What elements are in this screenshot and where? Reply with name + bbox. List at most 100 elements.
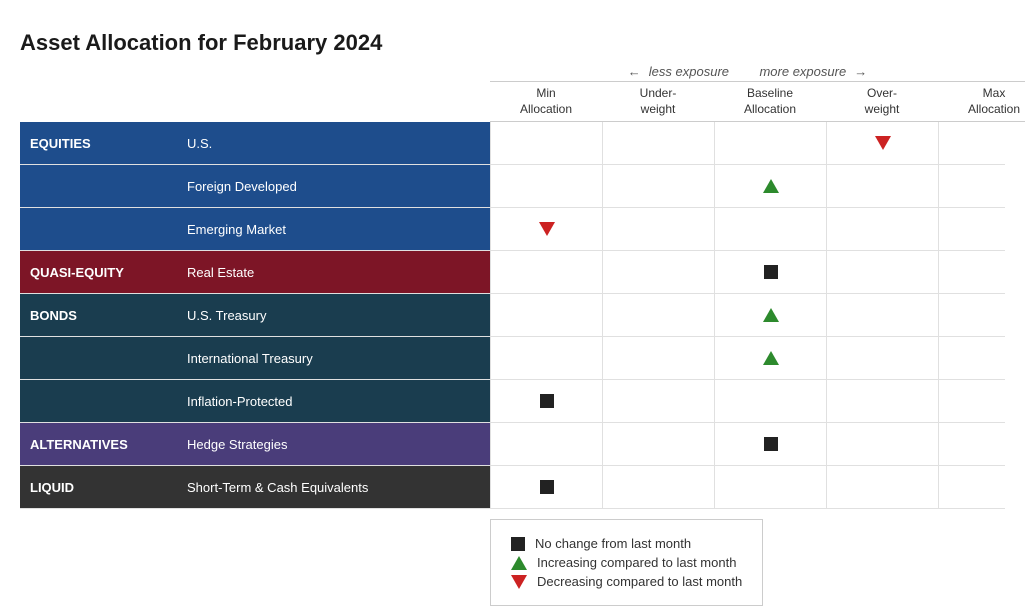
category-label: LIQUID xyxy=(20,466,175,508)
col-header-max: MaxAllocation xyxy=(938,82,1025,121)
data-cell-max xyxy=(938,380,1025,422)
data-cell-baseline xyxy=(714,165,826,207)
data-cell-baseline xyxy=(714,337,826,379)
data-cell-baseline xyxy=(714,294,826,336)
data-cell-over xyxy=(826,294,938,336)
square-icon xyxy=(540,480,554,494)
data-cell-over xyxy=(826,208,938,250)
page-title: Asset Allocation for February 2024 xyxy=(20,30,490,56)
data-cell-under xyxy=(602,122,714,164)
legend-item: Decreasing compared to last month xyxy=(511,574,742,589)
subcategory-label: U.S. xyxy=(175,122,490,164)
data-cell-max xyxy=(938,466,1025,508)
square-icon xyxy=(511,537,525,551)
category-label: EQUITIES xyxy=(20,122,175,164)
legend: No change from last month Increasing comp… xyxy=(490,519,763,606)
data-cell-over xyxy=(826,122,938,164)
arrow-header: ← less exposure more exposure → xyxy=(490,64,1005,79)
data-cell-min xyxy=(490,466,602,508)
subcategory-label: U.S. Treasury xyxy=(175,294,490,336)
data-cell-min xyxy=(490,208,602,250)
category-label xyxy=(20,337,175,379)
triangle-down-icon xyxy=(539,222,555,236)
subcategory-label: Real Estate xyxy=(175,251,490,293)
table-row: EQUITIESU.S. xyxy=(20,122,1005,165)
legend-item: No change from last month xyxy=(511,536,742,551)
square-icon xyxy=(540,394,554,408)
legend-text: Decreasing compared to last month xyxy=(537,574,742,589)
subcategory-label: Foreign Developed xyxy=(175,165,490,207)
table-row: ALTERNATIVESHedge Strategies xyxy=(20,423,1005,466)
subcategory-label: Emerging Market xyxy=(175,208,490,250)
square-icon xyxy=(764,437,778,451)
data-cell-under xyxy=(602,165,714,207)
square-icon xyxy=(764,265,778,279)
triangle-down-icon xyxy=(875,136,891,150)
data-cell-over xyxy=(826,423,938,465)
legend-text: Increasing compared to last month xyxy=(537,555,736,570)
data-cell-baseline xyxy=(714,122,826,164)
table-row: International Treasury xyxy=(20,337,1005,380)
category-label xyxy=(20,208,175,250)
data-cell-baseline xyxy=(714,251,826,293)
table-row: QUASI-EQUITYReal Estate xyxy=(20,251,1005,294)
category-label xyxy=(20,380,175,422)
data-cell-min xyxy=(490,380,602,422)
data-cell-max xyxy=(938,294,1025,336)
legend-item: Increasing compared to last month xyxy=(511,555,742,570)
table-row: Emerging Market xyxy=(20,208,1005,251)
data-cell-max xyxy=(938,208,1025,250)
data-cell-min xyxy=(490,337,602,379)
col-header-baseline: BaselineAllocation xyxy=(714,82,826,121)
subcategory-label: International Treasury xyxy=(175,337,490,379)
arrow-left-icon: ← xyxy=(628,64,641,79)
data-cell-max xyxy=(938,337,1025,379)
data-cell-under xyxy=(602,466,714,508)
less-exposure-label: less exposure xyxy=(649,64,729,79)
data-cell-over xyxy=(826,337,938,379)
col-header-min: MinAllocation xyxy=(490,82,602,121)
triangle-up-icon xyxy=(511,556,527,570)
table-row: LIQUIDShort-Term & Cash Equivalents xyxy=(20,466,1005,509)
data-cell-baseline xyxy=(714,380,826,422)
category-label: ALTERNATIVES xyxy=(20,423,175,465)
col-header-over: Over-weight xyxy=(826,82,938,121)
data-cell-max xyxy=(938,122,1025,164)
data-cell-baseline xyxy=(714,466,826,508)
data-cell-under xyxy=(602,423,714,465)
subcategory-label: Inflation-Protected xyxy=(175,380,490,422)
data-cell-baseline xyxy=(714,423,826,465)
data-cell-over xyxy=(826,380,938,422)
data-cell-min xyxy=(490,294,602,336)
data-cell-under xyxy=(602,380,714,422)
data-cell-over xyxy=(826,251,938,293)
subcategory-label: Hedge Strategies xyxy=(175,423,490,465)
triangle-up-icon xyxy=(763,179,779,193)
data-cell-over xyxy=(826,165,938,207)
triangle-down-icon xyxy=(511,575,527,589)
category-label: QUASI-EQUITY xyxy=(20,251,175,293)
col-header-under: Under-weight xyxy=(602,82,714,121)
data-cell-min xyxy=(490,165,602,207)
table-row: Inflation-Protected xyxy=(20,380,1005,423)
allocation-table: EQUITIESU.S.Foreign DevelopedEmerging Ma… xyxy=(20,122,1005,509)
category-label xyxy=(20,165,175,207)
table-row: BONDSU.S. Treasury xyxy=(20,294,1005,337)
triangle-up-icon xyxy=(763,351,779,365)
data-cell-max xyxy=(938,165,1025,207)
data-cell-over xyxy=(826,466,938,508)
arrow-right-icon: → xyxy=(854,64,867,79)
data-cell-under xyxy=(602,251,714,293)
table-row: Foreign Developed xyxy=(20,165,1005,208)
subcategory-label: Short-Term & Cash Equivalents xyxy=(175,466,490,508)
data-cell-max xyxy=(938,251,1025,293)
data-cell-under xyxy=(602,294,714,336)
data-cell-under xyxy=(602,208,714,250)
category-label: BONDS xyxy=(20,294,175,336)
data-cell-min xyxy=(490,423,602,465)
triangle-up-icon xyxy=(763,308,779,322)
data-cell-max xyxy=(938,423,1025,465)
more-exposure-label: more exposure xyxy=(759,64,846,79)
data-cell-under xyxy=(602,337,714,379)
data-cell-baseline xyxy=(714,208,826,250)
